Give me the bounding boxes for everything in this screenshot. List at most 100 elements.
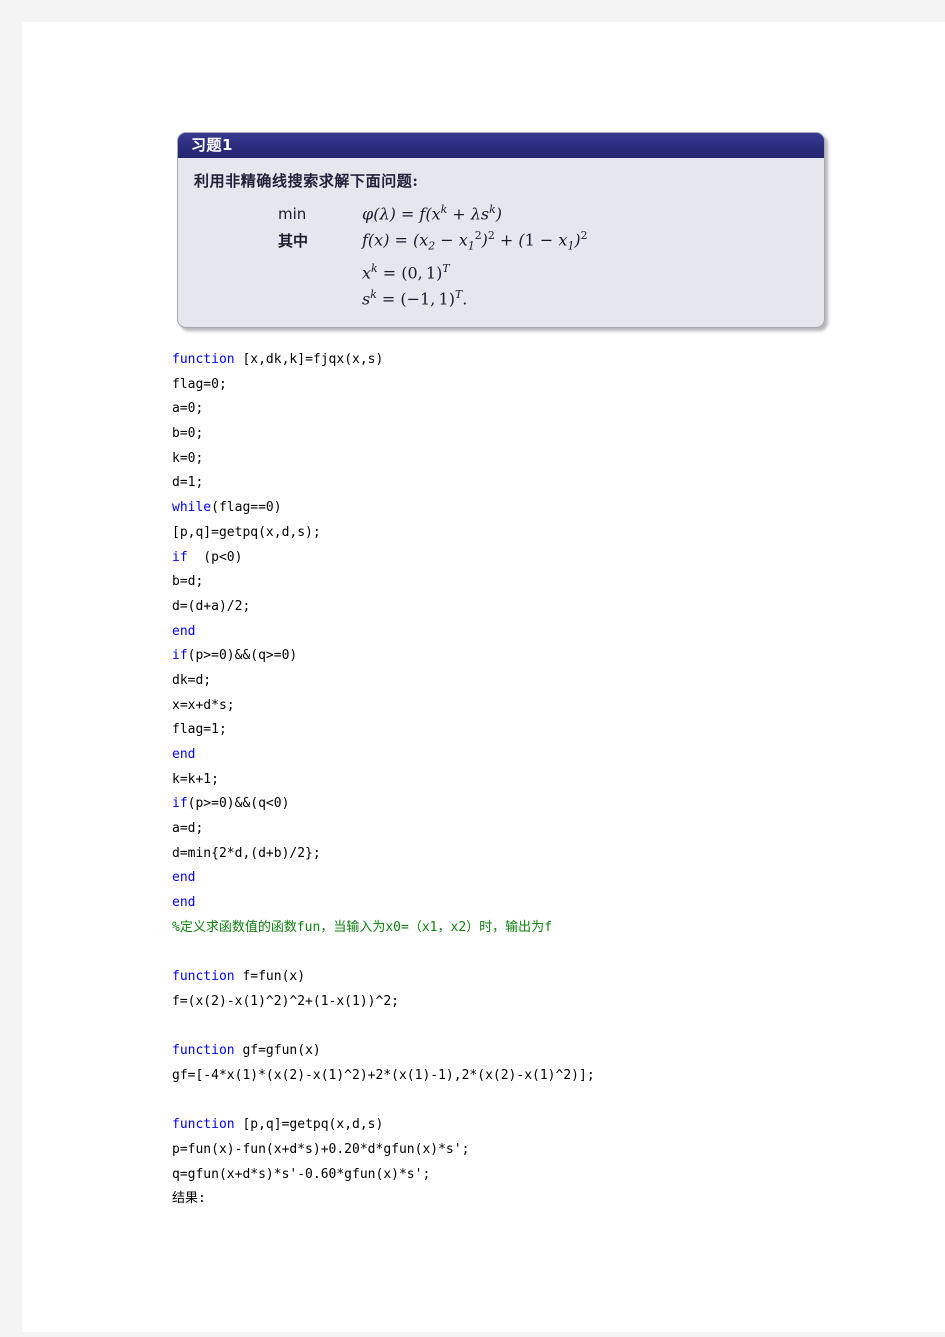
- problem-math-block: min φ(λ) = f(xk + λsk) 其中 f(x) = (x2 − x…: [278, 199, 810, 311]
- code-line: b=d;: [172, 570, 912, 595]
- code-line: function gf=gfun(x): [172, 1039, 912, 1064]
- math-keyword: min: [278, 205, 307, 224]
- code-text: (p>=0)&&(q<0): [187, 796, 290, 812]
- code-keyword: if: [172, 648, 188, 664]
- code-keyword: function: [172, 1117, 235, 1133]
- code-text: p=fun(x)-fun(x+d*s)+0.20*d*gfun(x)*s';: [172, 1142, 470, 1157]
- code-line: p=fun(x)-fun(x+d*s)+0.20*d*gfun(x)*s';: [172, 1138, 912, 1163]
- code-line: function f=fun(x): [172, 965, 912, 990]
- code-text: ，: [437, 919, 451, 935]
- code-text: x=x+d*s;: [172, 697, 235, 713]
- code-text: (flag==0): [211, 500, 282, 516]
- code-text: (p>=0)&&(q>=0): [187, 648, 298, 664]
- code-line: d=(d+a)/2;: [172, 595, 912, 620]
- code-keyword: while: [172, 500, 212, 516]
- code-text: a=0;: [172, 401, 204, 417]
- code-keyword: end: [172, 747, 196, 762]
- code-line: end: [172, 743, 912, 768]
- code-text: k=0;: [172, 450, 204, 466]
- code-line: f=(x(2)-x(1)^2)^2+(1-x(1))^2;: [172, 990, 912, 1015]
- code-line: function [x,dk,k]=fjqx(x,s): [172, 348, 912, 373]
- code-keyword: function: [172, 1043, 235, 1059]
- code-text: flag=1;: [172, 722, 227, 738]
- code-line: gf=[-4*x(1)*(x(2)-x(1)^2)+2*(x(1)-1),2*(…: [172, 1064, 912, 1089]
- code-line: flag=0;: [172, 373, 912, 398]
- code-text: d=(d+a)/2;: [172, 598, 251, 614]
- code-line: end: [172, 866, 912, 891]
- code-text: [x,dk,k]=fjqx(x,s): [234, 352, 384, 367]
- math-row: xk = (0, 1)T: [278, 258, 810, 284]
- code-text: flag=0;: [172, 376, 227, 392]
- code-line: b=0;: [172, 422, 912, 447]
- code-text: ）时，输出为: [466, 919, 545, 935]
- math-row: sk = (−1, 1)T.: [278, 284, 810, 310]
- code-keyword: end: [172, 870, 196, 886]
- code-listing: function [x,dk,k]=fjqx(x,s) flag=0; a=0; b=…: [172, 348, 912, 1212]
- code-text: d=min{2*d,(d+b)/2};: [172, 845, 321, 861]
- code-keyword: if: [172, 796, 188, 812]
- code-text: (p<0): [187, 549, 243, 565]
- code-text: f=(x(2)-x(1)^2)^2+(1-x(1))^2;: [172, 993, 399, 1009]
- code-line: a=0;: [172, 397, 912, 422]
- code-keyword: function: [172, 352, 235, 367]
- code-line: if (p<0): [172, 546, 912, 571]
- problem-callout-box: 习题1 利用非精确线搜索求解下面问题: min φ(λ) = f(xk + λs…: [177, 132, 825, 328]
- code-text: x0=: [385, 919, 409, 935]
- math-expression: sk = (−1, 1)T.: [362, 288, 468, 309]
- problem-box-body: 利用非精确线搜索求解下面问题: min φ(λ) = f(xk + λsk) 其…: [178, 158, 824, 327]
- code-line: k=0;: [172, 447, 912, 472]
- code-line: dk=d;: [172, 669, 912, 694]
- code-text: b=0;: [172, 426, 204, 442]
- code-text: fun: [296, 919, 321, 935]
- math-row: 其中 f(x) = (x2 − x12)2 + (1 − x1)2: [278, 225, 810, 258]
- code-text: d=1;: [172, 475, 204, 491]
- code-line: [p,q]=getpq(x,d,s);: [172, 521, 912, 546]
- code-text: [p,q]=getpq(x,d,s);: [172, 524, 321, 540]
- problem-box-title: 习题1: [178, 133, 824, 158]
- code-keyword: function: [172, 969, 235, 985]
- code-line: if(p>=0)&&(q>=0): [172, 644, 912, 669]
- math-keyword: 其中: [278, 231, 309, 250]
- code-text: 结果: [172, 1191, 199, 1207]
- code-keyword: end: [172, 623, 196, 639]
- code-text: q=gfun(x+d*s)*s'-0.60*gfun(x)*s';: [172, 1166, 431, 1182]
- code-text: 定义求函数值的函数: [179, 919, 297, 935]
- code-keyword: if: [172, 549, 188, 565]
- math-expression: φ(λ) = f(xk + λsk): [362, 203, 502, 224]
- code-text: k=k+1;: [172, 771, 219, 787]
- code-line: a=d;: [172, 817, 912, 842]
- code-line: if(p>=0)&&(q<0): [172, 792, 912, 817]
- code-text: b=d;: [172, 574, 204, 590]
- code-line: k=k+1;: [172, 768, 912, 793]
- math-expression: xk = (0, 1)T: [362, 261, 450, 283]
- code-text: ，当输入为: [320, 919, 386, 935]
- code-text: f=fun(x): [234, 969, 306, 985]
- code-line: end: [172, 891, 912, 916]
- code-keyword: end: [172, 895, 196, 911]
- math-row: min φ(λ) = f(xk + λsk): [278, 199, 810, 225]
- code-text: （: [408, 919, 422, 935]
- code-text: [p,q]=getpq(x,d,s): [234, 1117, 384, 1133]
- code-line: end: [172, 620, 912, 645]
- page-sheet: 习题1 利用非精确线搜索求解下面问题: min φ(λ) = f(xk + λs…: [22, 22, 945, 1332]
- code-line: flag=1;: [172, 718, 912, 743]
- code-line: x=x+d*s;: [172, 694, 912, 719]
- code-text: gf=gfun(x): [234, 1043, 321, 1059]
- code-line: while(flag==0): [172, 496, 912, 521]
- code-line: function [p,q]=getpq(x,d,s): [172, 1113, 912, 1138]
- code-text: :: [198, 1191, 206, 1207]
- code-line: q=gfun(x+d*s)*s'-0.60*gfun(x)*s';: [172, 1163, 912, 1188]
- code-line: d=1;: [172, 471, 912, 496]
- code-text: a=d;: [172, 821, 204, 837]
- code-comment-line: %定义求函数值的函数fun，当输入为x0=（x1，x2）时，输出为f: [172, 916, 912, 941]
- math-expression: f(x) = (x2 − x12)2 + (1 − x1)2: [362, 229, 588, 253]
- code-text: gf=[-4*x(1)*(x(2)-x(1)^2)+2*(x(1)-1),2*(…: [172, 1067, 595, 1083]
- code-text: %: [172, 919, 180, 935]
- code-line: 结果:: [172, 1187, 912, 1212]
- code-text: dk=d;: [172, 672, 212, 688]
- code-text: f: [544, 919, 553, 935]
- problem-prompt-text: 利用非精确线搜索求解下面问题:: [194, 172, 419, 190]
